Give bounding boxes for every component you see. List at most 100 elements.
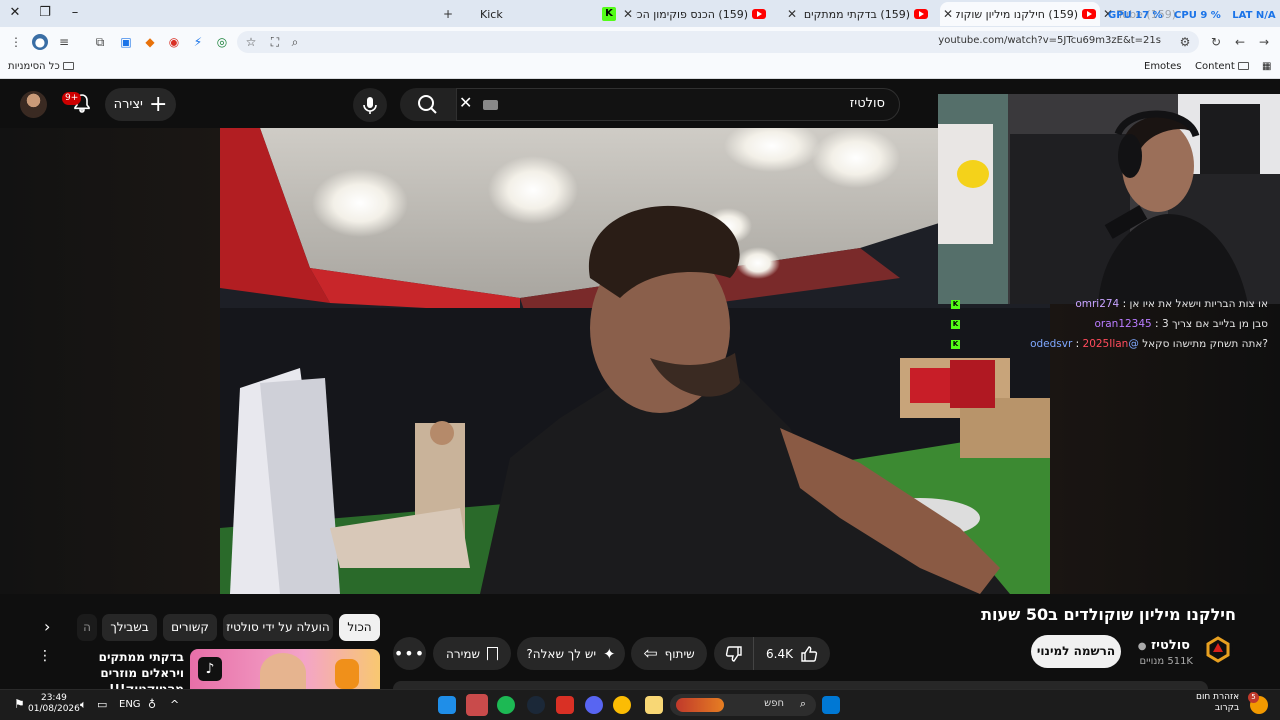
chip-uploaded-by[interactable]: הועלה על ידי סולטיז [223,614,333,641]
network-icon[interactable]: ▭ [97,698,107,711]
volume-icon[interactable]: 🔈︎ [80,698,87,712]
search-button[interactable] [400,88,456,121]
back-icon[interactable]: ← [1232,34,1248,50]
video-frame [220,128,1050,594]
channel-logo[interactable] [1203,634,1233,664]
location-icon[interactable]: ⚑ [14,697,25,711]
discord-app-icon[interactable] [585,696,603,714]
screenshot-icon[interactable]: ⛶ [267,34,283,50]
save-button[interactable]: שמירה [433,637,511,670]
chip-related[interactable]: קשורים [163,614,217,641]
close-tab-icon[interactable]: ✕ [620,7,636,21]
chat-username: omri274 [1075,298,1120,310]
reload-icon[interactable]: ↻ [1208,34,1224,50]
restore-window-icon[interactable]: ❐ [35,4,55,22]
lat-readout: LAT N/A [1232,10,1276,21]
reading-list-icon[interactable]: ≡ [56,34,72,50]
taskbar-search[interactable]: חפש ⌕ [670,694,816,716]
plus-icon: + [148,91,168,117]
extensions-icon[interactable]: ⧉ [92,34,108,50]
bookmark-emotes[interactable]: Emotes [1144,61,1181,72]
new-tab-icon[interactable]: + [440,7,456,21]
clock[interactable]: 23:49 01/08/2026 [28,693,80,715]
voice-search-button[interactable] [353,88,387,122]
more-vert-icon[interactable]: ⋮ [38,649,52,663]
chip-for-you[interactable]: בשבילך [102,614,157,641]
forward-icon[interactable]: → [1256,34,1272,50]
thumbs-up-icon [801,645,818,662]
weather-widget[interactable]: אזהרת חום בקרוב [1196,692,1239,714]
chevron-up-icon[interactable]: ^ [170,698,179,711]
folder-icon [62,62,74,70]
minimize-window-icon[interactable]: – [65,4,85,22]
ask-button[interactable]: ✦ יש לך שאלה? [517,637,625,670]
search-icon [418,95,437,114]
close-window-icon[interactable]: ✕ [5,4,25,22]
subscriber-count: 511K מנויים [1139,656,1193,667]
language-indicator[interactable]: ENG [119,699,141,710]
create-button[interactable]: יצירה + [105,88,176,121]
channel-name[interactable]: סולטיז ● [1138,638,1190,653]
file-explorer-icon[interactable] [645,696,663,714]
bookmark-content[interactable]: Content [1195,61,1252,72]
like-button[interactable]: 6.4K [754,637,830,670]
apps-grid-icon[interactable]: ▦ [1262,61,1271,72]
chat-message: K או צות הבריות וישאל את איו אן : omri27… [951,298,1268,310]
tab-youtube-active[interactable]: ✕ (159) חילקנו מיליון שוקולדים ב50 ש [940,2,1100,26]
profile-icon[interactable]: ● [32,34,48,50]
description-box[interactable] [393,681,1208,689]
close-tab-icon[interactable]: ✕ [784,7,800,21]
extension-icon[interactable]: ⚡ [190,34,206,50]
extension-icon[interactable]: ◆ [142,34,158,50]
address-bar[interactable]: ☆ ⛶ ⌕ youtube.com/watch?v=5JTcu69m3zE&t=… [237,31,1199,53]
spotify-app-icon[interactable] [497,696,515,714]
more-actions-button[interactable]: ••• [393,637,426,670]
kick-icon: K [951,300,960,309]
tab-kick[interactable]: + Kick [440,2,510,26]
start-menu-grid-icon[interactable] [438,696,456,714]
chat-text: ?אתה תשחק מתישהו סקאל [1142,338,1268,350]
menu-dots-icon[interactable]: ⋮ [8,34,24,50]
tab-youtube-candy[interactable]: ✕ (159) בדקתי ממתקים ויראלים מ [784,2,934,26]
telegram-app-icon[interactable] [466,694,488,716]
weather-text: אזהרת חום [1196,692,1240,702]
chrome-app-icon[interactable] [613,696,631,714]
chevron-right-icon[interactable]: › [44,617,50,636]
tab-youtube-pokemon[interactable]: K ✕ (159) הכנס פוקימון הכי טוב ביש [598,2,778,26]
extension-icon[interactable]: ◉ [166,34,182,50]
extension-icon[interactable]: ◎ [214,34,230,50]
tab-search-icon[interactable]: ▣ [118,34,134,50]
dislike-button[interactable] [714,637,754,670]
clear-search-icon[interactable]: ✕ [459,93,472,112]
tab-title: (159) הכנס פוקימון הכי טוב ביש [636,7,748,21]
windows-start-icon[interactable] [822,696,840,714]
kick-logo-icon: K [602,7,616,21]
chat-username: 2025Ilan [1082,338,1129,350]
site-info-icon[interactable]: ⚙ [1177,34,1193,50]
share-button[interactable]: שיתוף ⇦ [631,637,707,670]
video-player[interactable] [220,128,1050,594]
close-tab-icon[interactable]: ✕ [940,7,956,21]
notification-badge: 9+ [62,92,82,105]
steam-app-icon[interactable] [527,696,545,714]
search-input[interactable]: ✕ סולטיז [456,88,900,121]
stream-chat-overlay: K או צות הבריות וישאל את איו אן : omri27… [948,298,1268,358]
keyboard-icon[interactable] [483,100,498,110]
chip-all[interactable]: הכול [339,614,380,641]
app-icon[interactable] [556,696,574,714]
sparkle-icon: ✦ [603,644,616,663]
all-bookmarks[interactable]: כל הסימניות [8,61,77,72]
search-highlight-icon [676,698,724,712]
bookmark-star-icon[interactable]: ☆ [243,34,259,50]
url-text: youtube.com/watch?v=5JTcu69m3zE&t=21s [938,35,1161,46]
recommendation-thumbnail[interactable]: ♪ [190,649,380,689]
avatar[interactable] [20,91,47,118]
bookmark-icon [486,646,498,661]
heat-warning-icon: 5 [1248,692,1268,714]
taskbar-search-placeholder: חפש [764,698,784,709]
zoom-icon[interactable]: ⌕ [287,34,303,50]
kick-icon: K [951,320,960,329]
microphone-tray-icon[interactable]: ♁ [148,698,156,711]
subscribe-button[interactable]: הרשמה למינוי [1031,635,1121,668]
chip-truncated[interactable]: ה [77,614,97,641]
